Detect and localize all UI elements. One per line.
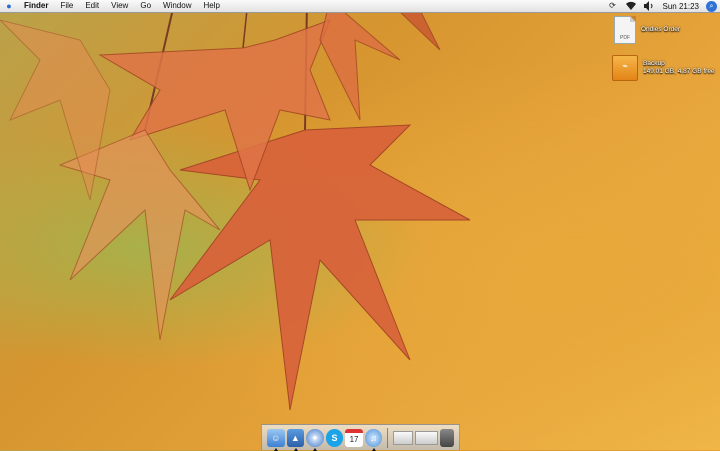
drive-label: Backup xyxy=(643,60,665,67)
trash-icon[interactable] xyxy=(440,428,455,447)
ical-date: 17 xyxy=(349,434,359,444)
skype-icon[interactable]: S xyxy=(325,428,344,447)
dock-separator xyxy=(387,427,389,448)
drive-capacity: 149.01 GB, 4.87 GB free xyxy=(643,68,715,75)
ical-icon[interactable]: 17 xyxy=(345,428,363,447)
safari-icon[interactable]: ✦ xyxy=(306,428,324,451)
menu-window[interactable]: Window xyxy=(157,0,197,12)
menu-extras: ⟳ Sun 21:23 ⌕ xyxy=(604,0,720,12)
pdf-badge: PDF xyxy=(620,35,630,41)
menu-app-finder[interactable]: Finder xyxy=(18,0,54,12)
apple-icon[interactable]: ● xyxy=(0,1,18,11)
menu-clock[interactable]: Sun 21:23 xyxy=(658,2,704,11)
wifi-icon[interactable] xyxy=(625,1,637,11)
menu-go[interactable]: Go xyxy=(134,0,157,12)
menu-help[interactable]: Help xyxy=(197,0,225,12)
downloads-stack-icon[interactable] xyxy=(393,430,413,445)
menu-edit[interactable]: Edit xyxy=(79,0,105,12)
documents-stack-icon[interactable] xyxy=(414,430,439,445)
desktop-drive-backup[interactable]: ⌁ Backup 149.01 GB, 4.87 GB free xyxy=(612,55,715,81)
menu-view[interactable]: View xyxy=(105,0,134,12)
finder-icon[interactable]: ☺ xyxy=(267,428,285,451)
dock: ☺ ▲ ✦ S 17 ♫ xyxy=(261,424,460,451)
wallpaper-leaves xyxy=(0,0,471,411)
external-drive-icon: ⌁ xyxy=(612,55,638,81)
itunes-icon[interactable]: ♫ xyxy=(364,428,383,451)
desktop-file-ondies-order[interactable]: PDF Ondies Order xyxy=(614,16,680,44)
desktop-file-label: Ondies Order xyxy=(641,26,681,33)
preview-icon[interactable]: ▲ xyxy=(286,428,305,451)
spotlight-icon[interactable]: ⌕ xyxy=(706,0,717,12)
menu-bar: ● Finder File Edit View Go Window Help ⟳… xyxy=(0,0,720,13)
pdf-file-icon: PDF xyxy=(614,16,636,44)
menu-file[interactable]: File xyxy=(54,0,79,12)
sync-icon[interactable]: ⟳ xyxy=(607,1,619,11)
volume-icon[interactable] xyxy=(643,1,655,11)
